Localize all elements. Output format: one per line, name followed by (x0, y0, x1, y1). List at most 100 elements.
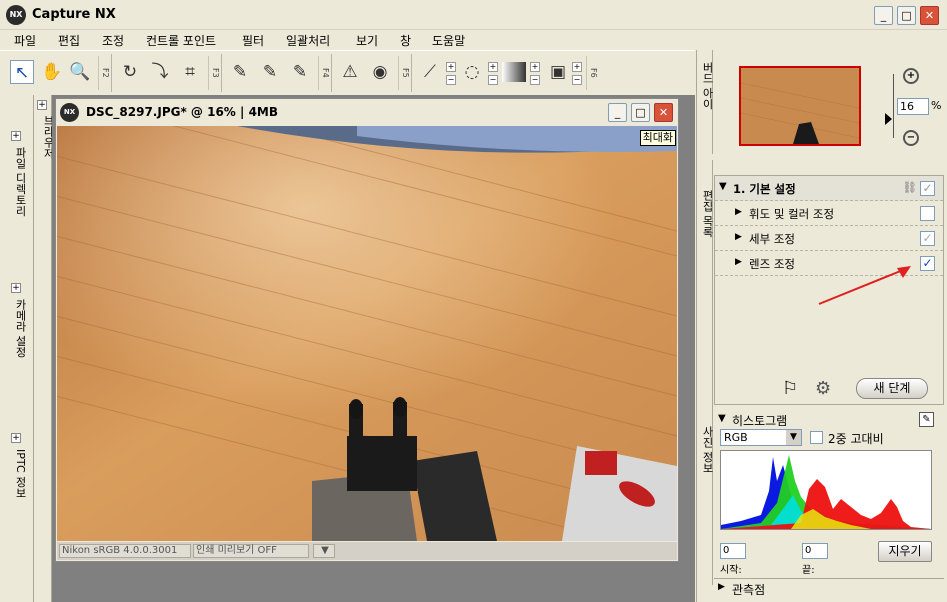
expand-icon[interactable]: + (11, 131, 21, 141)
edit-step-checkbox[interactable]: ✓ (920, 181, 935, 196)
doc-close-button[interactable]: ✕ (654, 103, 673, 122)
expand-triangle-icon[interactable]: ▶ (735, 257, 742, 267)
histogram-panel: ▼ 히스토그램 ✎ RGB ▼ 2중 고대비 0 0 시작: 끝: 지우기 (714, 410, 944, 585)
menu-help[interactable]: 도움말 (432, 32, 465, 49)
brush-tool-icon[interactable]: ⟋ (418, 60, 442, 84)
red-eye-tool-icon[interactable]: ⚠ (338, 60, 362, 84)
gradient-tool-icon[interactable] (502, 62, 526, 82)
zoom-out-icon[interactable]: − (903, 130, 919, 146)
toolbar-group-selection: ⟋ + − ◌ + − + − ▣ + − F6 (414, 54, 600, 92)
zoom-slider-track[interactable] (893, 74, 894, 138)
expand-icon[interactable]: + (11, 433, 21, 443)
tab-birds-eye[interactable]: 버드 아이 (699, 62, 715, 110)
white-control-point-icon[interactable]: ✎ (288, 60, 312, 84)
histogram-start-label: 시작: (720, 565, 742, 576)
expand-triangle-icon[interactable]: ▶ (735, 207, 742, 217)
doc-minimize-button[interactable]: _ (608, 103, 627, 122)
menu-file[interactable]: 파일 (14, 32, 36, 49)
toolbar-group-navigation: ↖ ✋ 🔍 F2 (6, 54, 112, 92)
zoom-input[interactable]: 16 (897, 98, 929, 115)
gear-icon[interactable]: ⚙ (815, 378, 831, 399)
photo-canvas[interactable] (57, 126, 677, 541)
brush-plus-icon[interactable]: + (446, 62, 456, 72)
edit-item-checkbox[interactable]: ✓ (920, 256, 935, 271)
brush-minus-icon[interactable]: − (446, 75, 456, 85)
black-control-point-icon[interactable]: ✎ (258, 60, 282, 84)
link-icon[interactable]: ⛓ (902, 180, 917, 194)
dropdown-arrow-icon[interactable]: ▼ (786, 430, 801, 445)
menu-view[interactable]: 보기 (356, 32, 378, 49)
menu-edit[interactable]: 편집 (58, 32, 80, 49)
fill-tool-icon[interactable]: ▣ (546, 60, 570, 84)
expand-triangle-icon[interactable]: ▶ (718, 582, 725, 592)
title-bar: NX Capture NX _ □ ✕ (0, 0, 947, 30)
maximize-button[interactable]: □ (897, 6, 916, 25)
photo-image (57, 126, 677, 541)
menu-bar: 파일 편집 조정 컨트롤 포인트 필터 일괄처리 보기 창 도움말 (0, 30, 947, 50)
expand-icon[interactable]: + (37, 100, 47, 110)
clear-button[interactable]: 지우기 (878, 541, 932, 562)
zoom-tool-icon[interactable]: 🔍 (68, 60, 92, 84)
annotation-arrow (818, 266, 911, 305)
flag-icon[interactable]: ⚐ (782, 378, 798, 399)
minimize-button[interactable]: _ (874, 6, 893, 25)
expand-triangle-icon[interactable]: ▶ (735, 232, 742, 242)
menu-filter[interactable]: 필터 (242, 32, 264, 49)
edit-item-checkbox[interactable]: ✓ (920, 231, 935, 246)
double-contrast-label: 2중 고대비 (828, 432, 884, 446)
left-panel-strip: + 파일 디렉토리 + 카메라 설정 + IPTC 정보 (0, 95, 34, 602)
lasso-plus-icon[interactable]: + (488, 62, 498, 72)
watch-point-row[interactable]: ▶ 관측점 (714, 578, 944, 598)
gradient-minus-icon[interactable]: − (530, 75, 540, 85)
menu-window[interactable]: 창 (400, 32, 411, 49)
menu-adjust[interactable]: 조정 (102, 32, 124, 49)
toolbar-fkey-label: F5 (398, 56, 410, 90)
crop-tool-icon[interactable]: ⌗ (178, 60, 202, 84)
eye-tool-icon[interactable]: ◉ (368, 60, 392, 84)
gradient-plus-icon[interactable]: + (530, 62, 540, 72)
direct-select-tool-icon[interactable]: ↖ (10, 60, 34, 84)
edit-list-tab: 편집 목록 (697, 160, 715, 410)
tab-edit-list[interactable]: 편집 목록 (699, 190, 715, 238)
close-button[interactable]: ✕ (920, 6, 939, 25)
menu-control-point[interactable]: 컨트롤 포인트 (146, 32, 216, 49)
channel-select[interactable]: RGB ▼ (720, 429, 802, 446)
new-step-button[interactable]: 새 단계 (856, 378, 928, 399)
right-panel: 버드 아이 + 16 % − 편집 목록 ▼ 1. 기본 설정 ⛓ ✓ ▶ 휘도… (696, 50, 947, 602)
edit-item-detail[interactable]: ▶ 세부 조정 ✓ (715, 226, 943, 251)
tab-iptc-info[interactable]: IPTC 정보 (8, 449, 28, 498)
birds-eye-thumbnail[interactable] (739, 66, 861, 146)
collapse-triangle-icon[interactable]: ▼ (718, 413, 726, 424)
histogram-title: 히스토그램 (732, 414, 788, 428)
color-control-point-icon[interactable]: ✎ (228, 60, 252, 84)
tab-photo-info[interactable]: 사진 정보 (699, 426, 715, 474)
hand-tool-icon[interactable]: ✋ (40, 60, 64, 84)
tab-camera-settings[interactable]: 카메라 설정 (8, 299, 28, 358)
double-contrast-checkbox[interactable] (810, 431, 823, 444)
fill-minus-icon[interactable]: − (572, 75, 582, 85)
toolbar-group-control-points: ✎ ✎ ✎ F4 (224, 54, 332, 92)
zoom-slider-thumb-icon[interactable] (885, 113, 892, 125)
collapse-triangle-icon[interactable]: ▼ (719, 181, 727, 192)
rotate-tool-icon[interactable]: ↻ (118, 60, 142, 84)
menu-batch[interactable]: 일괄처리 (286, 32, 330, 49)
zoom-in-icon[interactable]: + (903, 68, 919, 84)
status-dropdown-icon[interactable]: ▼ (313, 544, 335, 558)
straighten-tool-icon[interactable]: ⤵ (148, 60, 172, 84)
doc-maximize-button[interactable]: □ (631, 103, 650, 122)
print-preview-status[interactable]: 인쇄 미리보기 OFF (193, 544, 309, 558)
edit-item-luminance-color[interactable]: ▶ 휘도 및 컬러 조정 (715, 201, 943, 226)
histogram-graph[interactable] (720, 450, 932, 530)
histogram-start-input[interactable]: 0 (720, 543, 746, 559)
histogram-end-input[interactable]: 0 (802, 543, 828, 559)
eyedropper-icon[interactable]: ✎ (919, 412, 934, 427)
tab-file-directory[interactable]: 파일 디렉토리 (8, 147, 28, 217)
edit-item-checkbox[interactable] (920, 206, 935, 221)
lasso-tool-icon[interactable]: ◌ (460, 60, 484, 84)
expand-icon[interactable]: + (11, 283, 21, 293)
toolbar-group-retouch: ⚠ ◉ F5 (334, 54, 412, 92)
edit-step-basic[interactable]: ▼ 1. 기본 설정 ⛓ ✓ (715, 176, 943, 201)
lasso-minus-icon[interactable]: − (488, 75, 498, 85)
fill-plus-icon[interactable]: + (572, 62, 582, 72)
toolbar-fkey-label: F2 (98, 56, 110, 90)
